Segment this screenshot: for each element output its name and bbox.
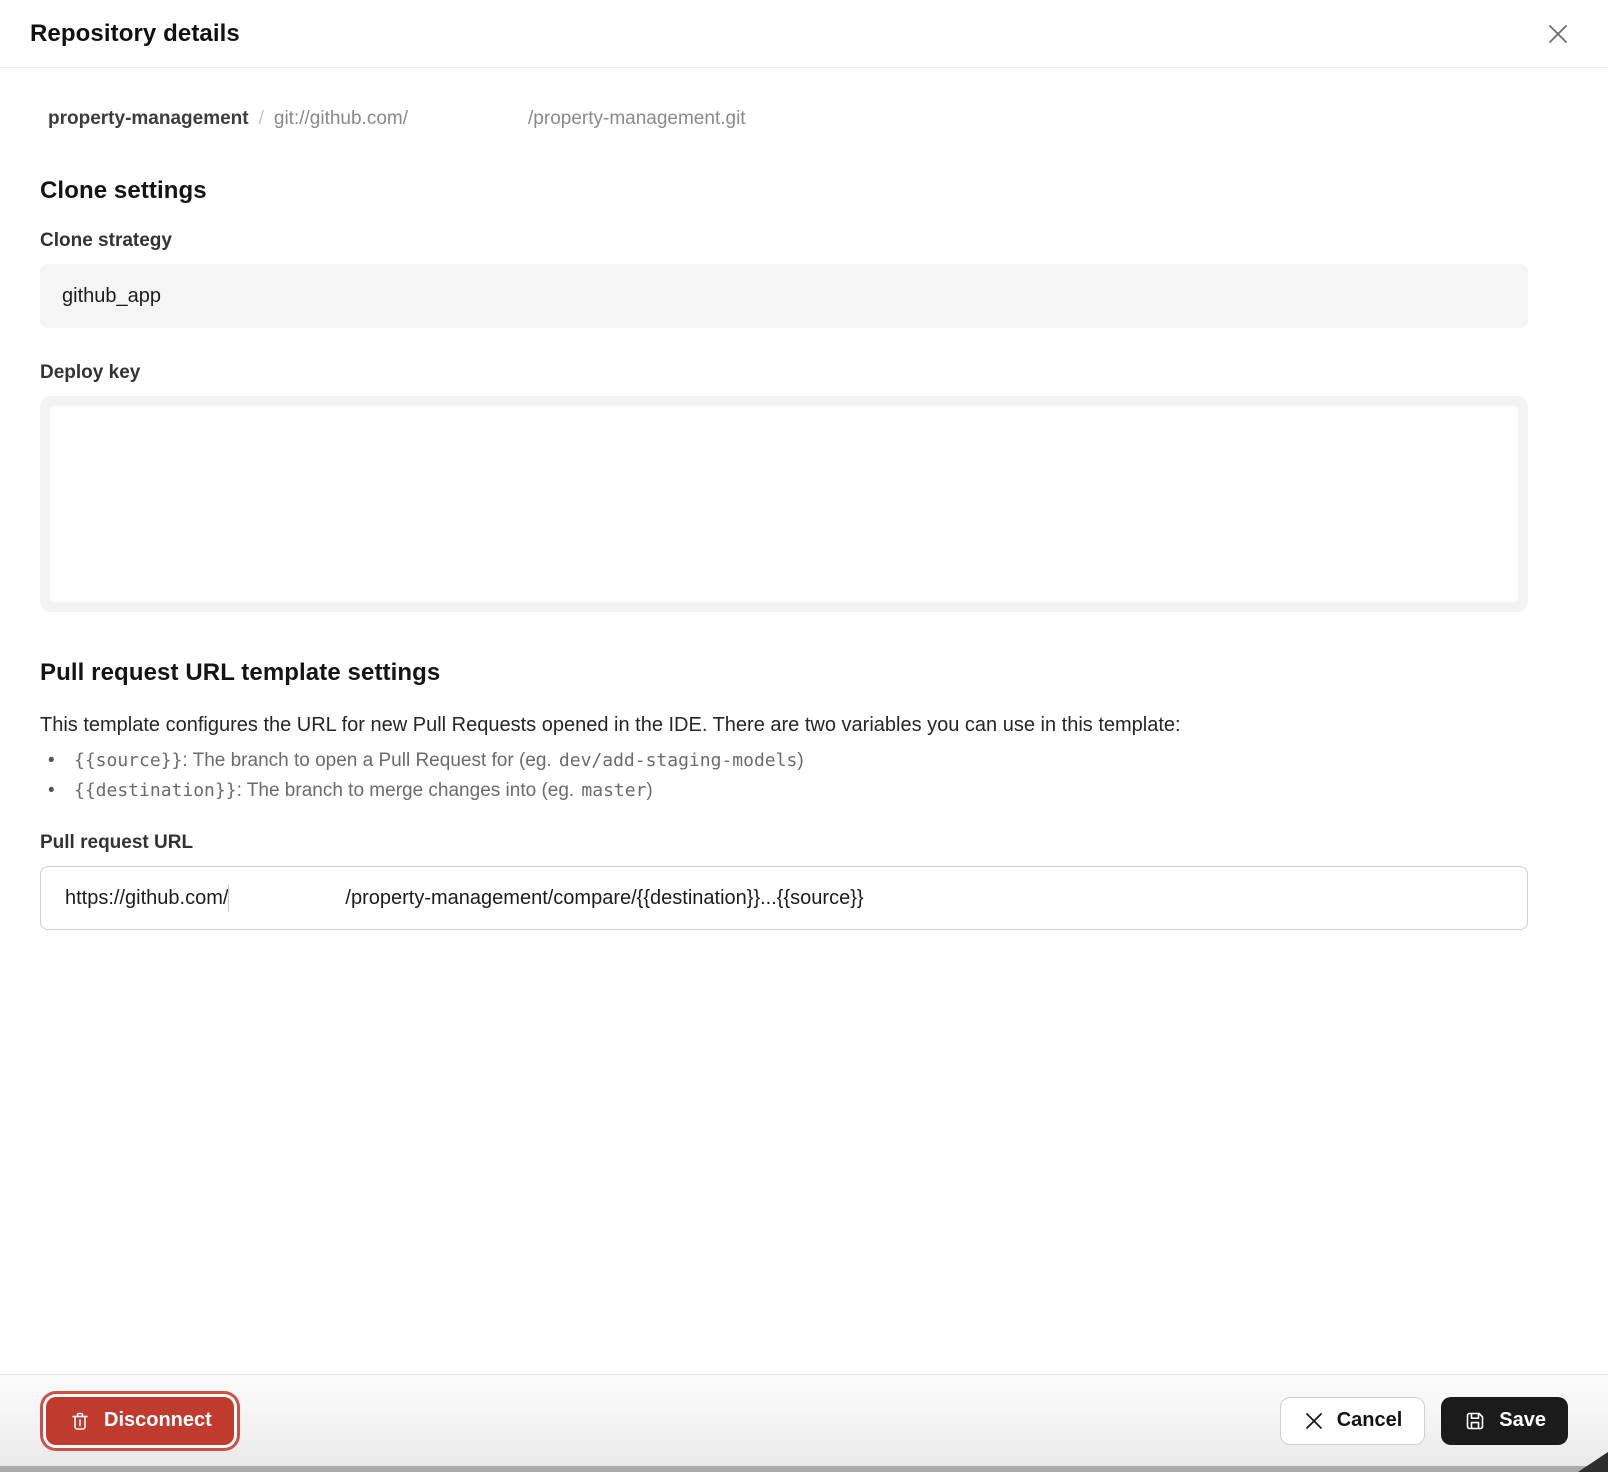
disconnect-label: Disconnect [104,1409,212,1432]
disconnect-button[interactable]: Disconnect [46,1397,234,1445]
x-icon [1303,1410,1325,1432]
close-button[interactable] [1540,16,1576,52]
repo-url-prefix: git://github.com/ [274,108,408,129]
background-strip [0,1466,1608,1472]
source-variable-code: {{source}} [74,750,182,771]
save-label: Save [1499,1409,1546,1432]
destination-variable-example: master [581,780,646,801]
page-title: Repository details [30,20,240,48]
repo-url-suffix: /property-management.git [528,108,746,129]
pr-template-heading: Pull request URL template settings [40,658,1528,688]
list-item: {{destination}}: The branch to merge cha… [40,776,1528,806]
cancel-label: Cancel [1337,1409,1403,1432]
save-icon [1463,1409,1487,1433]
breadcrumb-separator: / [259,108,264,129]
source-variable-example: dev/add-staging-models [559,750,797,771]
modal-header: Repository details [0,0,1608,68]
source-variable-close: ) [797,750,803,771]
deploy-key-label: Deploy key [40,360,1528,386]
pr-url-prefix: https://github.com/ [65,887,228,910]
source-variable-desc: : The branch to open a Pull Request for … [182,750,551,771]
pr-url-suffix: /property-management/compare/{{destinati… [345,887,863,910]
clone-strategy-value: github_app [62,285,161,308]
text-caret [228,884,229,912]
breadcrumb: property-management / git://github.com/ /pr… [48,106,1528,132]
destination-variable-code: {{destination}} [74,780,237,801]
close-icon [1545,21,1571,47]
pr-url-input[interactable]: https://github.com/ /property-management/… [40,866,1528,930]
clone-settings-heading: Clone settings [40,176,1528,206]
trash-icon [68,1409,92,1433]
list-item: {{source}}: The branch to open a Pull Re… [40,746,1528,776]
pr-url-label: Pull request URL [40,830,1528,856]
pr-template-description: This template configures the URL for new… [40,712,1528,738]
deploy-key-textarea[interactable] [50,406,1518,602]
footer-actions: Cancel Save [1280,1397,1568,1445]
destination-variable-desc: : The branch to merge changes into (eg. [237,780,575,801]
clone-strategy-field: github_app [40,264,1528,328]
clone-strategy-label: Clone strategy [40,228,1528,254]
repo-name: property-management [48,108,249,129]
save-button[interactable]: Save [1441,1397,1568,1445]
modal-footer: Disconnect Cancel Save [0,1374,1608,1466]
cancel-button[interactable]: Cancel [1280,1397,1426,1445]
destination-variable-close: ) [646,780,652,801]
pr-variable-list: {{source}}: The branch to open a Pull Re… [40,746,1528,806]
modal-body: property-management / git://github.com/ /pr… [0,106,1608,930]
background-corner [1578,1452,1608,1472]
deploy-key-frame [40,396,1528,612]
